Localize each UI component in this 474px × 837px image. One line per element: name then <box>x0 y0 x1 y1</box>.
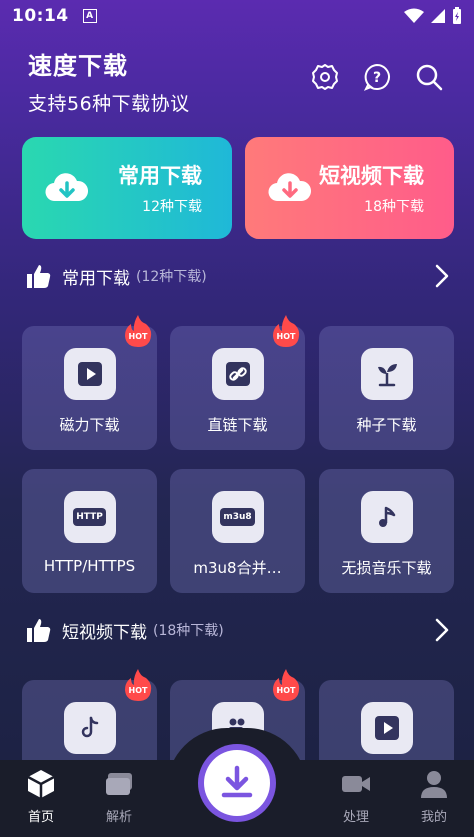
nav-process[interactable]: 处理 <box>326 768 386 825</box>
hot-flame-icon: HOT <box>273 315 300 347</box>
nav-mine[interactable]: 我的 <box>404 768 464 825</box>
tile-torrent-download[interactable]: 种子下载 <box>319 326 454 450</box>
link-icon <box>211 348 264 400</box>
nav-home[interactable]: 首页 <box>11 768 71 825</box>
app-title: 速度下载 <box>28 52 128 80</box>
nav-parse[interactable]: 解析 <box>89 768 149 825</box>
thumbs-up-icon <box>27 619 51 642</box>
notification-icon: A <box>82 9 97 23</box>
help-icon[interactable]: ? <box>362 62 392 92</box>
section-common-title: 常用下载 <box>62 268 130 289</box>
nav-mine-label: 我的 <box>420 810 447 825</box>
user-icon <box>421 771 447 798</box>
download-center-button[interactable] <box>198 744 276 822</box>
tile-direct-link-download[interactable]: 直链下载 HOT <box>170 315 305 450</box>
tile-magnet-download[interactable]: 磁力下载 HOT <box>22 315 157 450</box>
common-download-card[interactable]: 常用下载 12种下载 <box>22 137 232 239</box>
app-subtitle: 支持56种下载协议 <box>28 93 190 115</box>
header-actions: ? <box>310 62 444 92</box>
status-bar: 10:14 A <box>0 0 474 32</box>
chevron-right-icon[interactable] <box>434 263 450 289</box>
hot-badge-text: HOT <box>129 332 148 341</box>
m3u8-icon-text: m3u8 <box>220 508 255 526</box>
sprout-icon <box>360 348 413 400</box>
http-icon-text: HTTP <box>73 508 106 526</box>
video-icon <box>342 776 370 792</box>
cloud-download-icon <box>267 165 313 211</box>
section-common-count: (12种下载) <box>136 269 207 285</box>
tile-label: 直链下载 <box>207 416 268 434</box>
hot-flame-icon: HOT <box>273 669 300 701</box>
tile-label: 磁力下载 <box>59 416 120 434</box>
search-icon[interactable] <box>414 62 444 92</box>
download-icon <box>221 765 253 798</box>
tile-label: 种子下载 <box>356 416 417 434</box>
hot-flame-icon: HOT <box>125 669 152 701</box>
tile-m3u8-merge[interactable]: m3u8 m3u8合并… <box>170 469 305 593</box>
cards-icon <box>106 773 132 795</box>
m3u8-icon: m3u8 <box>211 491 264 543</box>
hot-flame-icon: HOT <box>125 315 152 347</box>
section-common-header[interactable]: 常用下载 (12种下载) <box>24 261 450 291</box>
tiktok-icon <box>63 702 116 754</box>
cloud-download-icon <box>44 165 90 211</box>
section-short-header[interactable]: 短视频下载 (18种下载) <box>24 615 450 645</box>
play-icon <box>360 702 413 754</box>
tile-label: HTTP/HTTPS <box>43 557 136 575</box>
tile-label: m3u8合并… <box>193 559 282 577</box>
section-short-title: 短视频下载 <box>62 622 147 643</box>
nav-home-label: 首页 <box>27 810 54 825</box>
hot-badge-text: HOT <box>277 332 296 341</box>
http-icon: HTTP <box>63 491 116 543</box>
settings-gear-icon[interactable] <box>310 62 340 92</box>
music-icon <box>360 491 413 543</box>
app-header: 速度下载 支持56种下载协议 <box>28 46 190 116</box>
thumbs-up-icon <box>27 265 51 288</box>
short-card-count: 18种下载 <box>364 199 424 215</box>
battery-icon <box>453 7 461 24</box>
hot-badge-text: HOT <box>277 686 296 695</box>
tile-http-download[interactable]: HTTP HTTP/HTTPS <box>22 469 157 593</box>
wifi-icon <box>404 8 424 23</box>
nav-process-label: 处理 <box>342 810 369 825</box>
common-card-count: 12种下载 <box>142 199 202 215</box>
hot-badge-text: HOT <box>129 686 148 695</box>
svg-text:?: ? <box>373 70 381 86</box>
chevron-right-icon[interactable] <box>434 617 450 643</box>
play-icon <box>63 348 116 400</box>
signal-icon <box>431 9 445 23</box>
status-indicators <box>404 7 462 25</box>
nav-parse-label: 解析 <box>105 810 132 825</box>
status-time: 10:14 <box>12 6 69 26</box>
cube-icon <box>27 770 55 798</box>
short-video-download-card[interactable]: 短视频下载 18种下载 <box>245 137 454 239</box>
tile-label: 无损音乐下载 <box>341 559 432 577</box>
tile-lossless-music[interactable]: 无损音乐下载 <box>319 469 454 593</box>
common-card-title: 常用下载 <box>118 164 202 188</box>
short-card-title: 短视频下载 <box>319 164 424 188</box>
section-short-count: (18种下载) <box>153 623 224 639</box>
